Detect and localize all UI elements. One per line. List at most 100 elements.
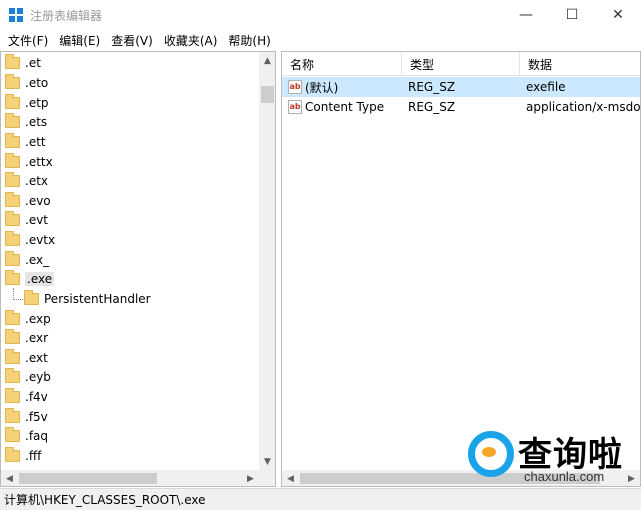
column-header-data[interactable]: 数据	[520, 52, 640, 76]
status-bar: 计算机\HKEY_CLASSES_ROOT\.exe	[0, 488, 641, 510]
folder-icon	[5, 191, 20, 207]
menu-view[interactable]: 查看(V)	[107, 32, 160, 49]
menu-edit[interactable]: 编辑(E)	[55, 32, 107, 49]
value-name: (默认)	[305, 80, 339, 95]
tree-item-label: .et	[25, 55, 41, 70]
menu-help[interactable]: 帮助(H)	[224, 32, 277, 49]
tree-item-label: .evo	[25, 193, 51, 208]
value-data: application/x-msdownload	[526, 100, 640, 114]
tree-item-label: PersistentHandler	[44, 291, 151, 306]
value-name: Content Type	[305, 100, 385, 114]
scroll-left-icon[interactable]: ◀	[282, 470, 299, 486]
tree-item-label: .eto	[25, 75, 49, 90]
folder-icon	[5, 112, 20, 128]
scroll-up-icon[interactable]: ▲	[259, 52, 275, 69]
tree-item-label: .ets	[25, 114, 48, 129]
tree-item[interactable]: .ets	[5, 112, 47, 131]
tree-item-selected[interactable]: .exe	[5, 269, 55, 288]
current-key-path: 计算机\HKEY_CLASSES_ROOT\.exe	[4, 493, 206, 507]
tree-item[interactable]: .evtx	[5, 230, 55, 249]
scroll-down-icon[interactable]: ▼	[259, 453, 275, 470]
tree-item-label: .etp	[25, 95, 49, 110]
tree-item-label: .evtx	[25, 232, 56, 247]
folder-icon	[5, 328, 20, 344]
folder-icon	[5, 230, 20, 246]
folder-icon	[5, 53, 20, 69]
column-header-name[interactable]: 名称	[282, 52, 402, 76]
tree-item[interactable]: .eto	[5, 73, 48, 92]
close-button[interactable]: ✕	[595, 0, 641, 30]
tree-item[interactable]: .ex_	[5, 250, 49, 269]
tree-item-label: .ett	[25, 134, 46, 149]
scroll-left-icon[interactable]: ◀	[1, 470, 18, 486]
tree-item[interactable]: .evt	[5, 210, 48, 229]
tree-item[interactable]: .exr	[5, 328, 48, 347]
folder-icon	[24, 289, 39, 305]
value-type: REG_SZ	[408, 80, 456, 94]
tree-item-child[interactable]: PersistentHandler	[24, 289, 151, 308]
string-value-icon: ab	[288, 100, 302, 114]
tree-item-label: .f5v	[25, 409, 48, 424]
tree-vertical-scrollbar[interactable]: ▲ ▼	[259, 52, 275, 470]
tree-item[interactable]: .evo	[5, 191, 51, 210]
folder-icon	[5, 309, 20, 325]
scroll-right-icon[interactable]: ▶	[242, 470, 259, 486]
scroll-thumb[interactable]	[261, 86, 274, 103]
value-data: exefile	[526, 80, 566, 94]
value-row[interactable]: ab (默认) REG_SZ exefile	[282, 77, 640, 97]
tree-item-label: .ettx	[25, 154, 53, 169]
folder-icon	[5, 348, 20, 364]
title-bar: 注册表编辑器 — ☐ ✕	[0, 0, 641, 30]
tree-item-label: .eyb	[25, 369, 51, 384]
watermark-site: chaxunla.com	[524, 469, 605, 484]
tree-item[interactable]: .et	[5, 53, 41, 72]
tree-item[interactable]: .eyb	[5, 367, 51, 386]
tree-item-label: .exe	[25, 271, 55, 286]
tree-horizontal-scrollbar[interactable]: ◀ ▶	[1, 470, 259, 486]
tree-item[interactable]: .fff	[5, 446, 41, 465]
tree-item-label: .ext	[25, 350, 48, 365]
tree-item[interactable]: .etp	[5, 93, 49, 112]
folder-icon	[5, 73, 20, 89]
tree-item[interactable]: .ett	[5, 132, 46, 151]
tree-connector	[13, 299, 23, 300]
tree-item-label: .ex_	[25, 252, 50, 267]
menu-file[interactable]: 文件(F)	[4, 32, 55, 49]
tree-item-label: .fff	[25, 448, 42, 463]
column-header-type[interactable]: 类型	[402, 52, 520, 76]
tree-item[interactable]: .exp	[5, 309, 51, 328]
key-tree-pane: .et .eto .etp .ets .ett .ettx .etx .evo …	[0, 51, 276, 487]
menu-favorites[interactable]: 收藏夹(A)	[160, 32, 225, 49]
open-folder-icon	[5, 269, 20, 285]
values-pane: 名称 类型 数据 ab (默认) REG_SZ exefile ab Content…	[281, 51, 641, 487]
logo-dot-icon	[482, 447, 496, 457]
folder-icon	[5, 171, 20, 187]
folder-icon	[5, 407, 20, 423]
folder-icon	[5, 152, 20, 168]
menu-bar: 文件(F) 编辑(E) 查看(V) 收藏夹(A) 帮助(H)	[0, 30, 641, 50]
folder-icon	[5, 210, 20, 226]
folder-icon	[5, 426, 20, 442]
tree-item[interactable]: .faq	[5, 426, 48, 445]
tree-item-label: .exr	[25, 330, 49, 345]
scroll-thumb[interactable]	[19, 473, 157, 484]
tree-item[interactable]: .ettx	[5, 152, 53, 171]
tree-item-label: .f4v	[25, 389, 48, 404]
tree-item-label: .etx	[25, 173, 49, 188]
maximize-button[interactable]: ☐	[549, 0, 595, 30]
folder-icon	[5, 367, 20, 383]
tree-item[interactable]: .f5v	[5, 407, 48, 426]
tree-item-label: .exp	[25, 311, 51, 326]
registry-editor-icon	[9, 8, 23, 22]
tree-item[interactable]: .ext	[5, 348, 48, 367]
folder-icon	[5, 132, 20, 148]
minimize-button[interactable]: —	[503, 0, 549, 30]
column-header-row: 名称 类型 数据	[282, 52, 640, 76]
tree-item-label: .evt	[25, 212, 49, 227]
tree-item-label: .faq	[25, 428, 49, 443]
tree-item[interactable]: .etx	[5, 171, 48, 190]
value-row[interactable]: ab Content Type REG_SZ application/x-msdo…	[282, 97, 640, 117]
window-title: 注册表编辑器	[30, 9, 103, 23]
tree-item[interactable]: .f4v	[5, 387, 48, 406]
string-value-icon: ab	[288, 80, 302, 94]
